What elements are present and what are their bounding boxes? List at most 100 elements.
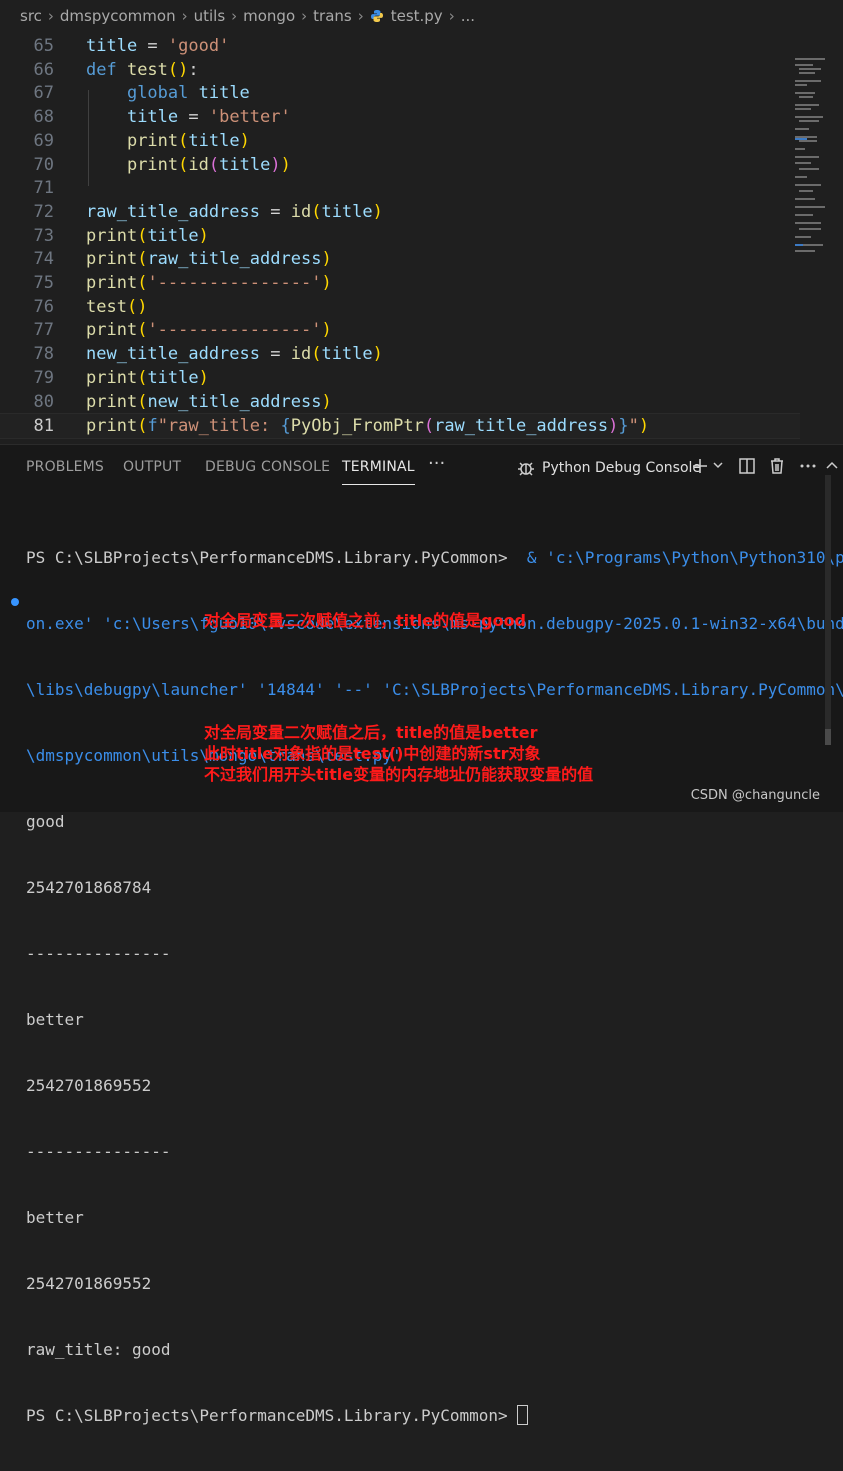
line-number: 77: [33, 320, 54, 341]
line-number: 81: [33, 416, 54, 437]
terminal-command-line-3: \libs\debugpy\launcher' '14844' '--' 'C:…: [26, 680, 843, 699]
more-actions-icon[interactable]: ···: [428, 453, 445, 474]
more-icon[interactable]: [798, 456, 818, 476]
code-line[interactable]: 73 print(title): [0, 224, 800, 248]
chevron-right-icon: ›: [357, 7, 364, 25]
code-text: print(f"raw_title: {PyObj_FromPtr(raw_ti…: [86, 416, 650, 437]
code-line[interactable]: 66 def test():: [0, 58, 800, 82]
chevron-right-icon: ›: [47, 7, 54, 25]
breadcrumb-item-src[interactable]: src: [20, 7, 42, 25]
tab-terminal[interactable]: TERMINAL: [342, 459, 415, 485]
code-line[interactable]: 77 print('---------------'): [0, 318, 800, 342]
code-editor[interactable]: 65 title = 'good' 66 def test(): 67 global t…: [0, 32, 843, 442]
line-number: 71: [33, 178, 54, 199]
terminal-output-line: 2542701869552: [26, 1274, 152, 1293]
terminal-command: & 'c:\Programs\Python\Python310\pyth: [517, 548, 843, 567]
command-decoration-icon[interactable]: [11, 598, 19, 606]
maximize-panel-icon[interactable]: [824, 456, 840, 476]
tab-debug-console[interactable]: DEBUG CONSOLE: [205, 459, 330, 475]
breadcrumb-item-mongo[interactable]: mongo: [243, 7, 295, 25]
chevron-down-icon[interactable]: [711, 458, 725, 472]
line-number: 80: [33, 391, 54, 412]
terminal-output-line: raw_title: good: [26, 1340, 171, 1359]
code-text: print(title): [86, 225, 209, 246]
code-text: print('---------------'): [86, 273, 332, 293]
code-text: raw_title_address = id(title): [86, 201, 383, 222]
line-number: 76: [33, 296, 54, 317]
line-number: 68: [33, 107, 54, 128]
line-number: 73: [33, 225, 54, 246]
code-text: def test():: [86, 59, 199, 80]
annotation-after-3: 不过我们用开头title变量的内存地址仍能获取变量的值: [204, 765, 594, 784]
code-line[interactable]: 67 global title: [0, 81, 800, 105]
debug-console-label: Python Debug Console: [542, 460, 702, 476]
bottom-panel: PROBLEMS OUTPUT DEBUG CONSOLE TERMINAL ·…: [0, 444, 843, 1425]
trash-icon[interactable]: [767, 456, 787, 476]
split-terminal-icon[interactable]: [737, 456, 757, 476]
terminal-selector[interactable]: Python Debug Console: [516, 458, 701, 478]
add-terminal-icon[interactable]: [690, 456, 710, 476]
breadcrumb-item-dmspycommon[interactable]: dmspycommon: [60, 7, 176, 25]
line-number: 65: [33, 36, 54, 56]
line-number: 79: [33, 367, 54, 388]
code-text: print(raw_title_address): [86, 249, 332, 270]
code-line[interactable]: 78 new_title_address = id(title): [0, 342, 800, 366]
breadcrumb-item-utils[interactable]: utils: [194, 7, 226, 25]
code-line[interactable]: 70 print(id(title)): [0, 153, 800, 177]
code-line[interactable]: 65 title = 'good': [0, 34, 800, 58]
code-text: test(): [86, 296, 148, 317]
terminal-scrollbar-track[interactable]: [825, 475, 831, 735]
python-file-icon: [370, 10, 383, 22]
terminal-output[interactable]: PS C:\SLBProjects\PerformanceDMS.Library…: [26, 503, 843, 1471]
indent-guide: [88, 90, 89, 186]
line-number: 69: [33, 130, 54, 151]
code-line[interactable]: 81 print(f"raw_title: {PyObj_FromPtr(raw_…: [0, 413, 800, 440]
watermark: CSDN @changuncle: [690, 788, 820, 803]
annotation-after-2: 此时title对象指的是test()中创建的新str对象: [204, 744, 541, 763]
tab-output[interactable]: OUTPUT: [123, 459, 181, 475]
code-text: title = 'good': [86, 36, 230, 56]
code-text: print(new_title_address): [86, 391, 332, 412]
code-line[interactable]: 76 test(): [0, 295, 800, 319]
code-line[interactable]: 68 title = 'better': [0, 105, 800, 129]
code-line[interactable]: 72 raw_title_address = id(title): [0, 200, 800, 224]
terminal-final-prompt-line: PS C:\SLBProjects\PerformanceDMS.Library…: [26, 1405, 821, 1427]
line-number: 66: [33, 59, 54, 80]
breadcrumb-item-trans[interactable]: trans: [313, 7, 352, 25]
code-line[interactable]: 80 print(new_title_address): [0, 390, 800, 414]
line-number: 70: [33, 154, 54, 175]
debug-icon: [518, 462, 534, 476]
chevron-right-icon: ›: [448, 7, 455, 25]
breadcrumb-item-more[interactable]: ...: [461, 7, 475, 25]
line-number: 67: [33, 83, 54, 104]
code-text: title = 'better': [126, 107, 291, 128]
terminal-prompt: PS C:\SLBProjects\PerformanceDMS.Library…: [26, 1406, 518, 1425]
chevron-right-icon: ›: [231, 7, 238, 25]
terminal-output-line: ---------------: [26, 944, 171, 963]
annotation-after-1: 对全局变量二次赋值之后，title的值是better: [204, 723, 538, 742]
line-number: 75: [33, 273, 54, 293]
code-text: print(id(title)): [126, 154, 291, 175]
terminal-prompt: PS C:\SLBProjects\PerformanceDMS.Library…: [26, 548, 518, 567]
code-line[interactable]: 74 print(raw_title_address): [0, 247, 800, 271]
code-text: new_title_address = id(title): [86, 344, 383, 365]
breadcrumb-item-file[interactable]: test.py: [391, 7, 443, 25]
code-text: print(title): [126, 130, 250, 151]
terminal-output-line: 2542701868784: [26, 878, 152, 897]
terminal-cursor: [517, 1405, 529, 1425]
code-line[interactable]: 71: [0, 176, 800, 200]
annotation-before: 对全局变量二次赋值之前，title的值是good: [204, 611, 527, 630]
terminal-output-line: 2542701869552: [26, 1076, 152, 1095]
code-line[interactable]: 79 print(title): [0, 366, 800, 390]
terminal-output-line: better: [26, 1208, 84, 1227]
chevron-right-icon: ›: [301, 7, 308, 25]
chevron-right-icon: ›: [181, 7, 188, 25]
tab-problems[interactable]: PROBLEMS: [26, 459, 104, 475]
code-line[interactable]: 75 print('---------------'): [0, 271, 800, 295]
terminal-scrollbar-thumb[interactable]: [825, 729, 831, 745]
breadcrumb: src › dmspycommon › utils › mongo › tran…: [0, 0, 843, 32]
panel-tabs: PROBLEMS OUTPUT DEBUG CONSOLE TERMINAL ·…: [0, 445, 843, 491]
line-number: 74: [33, 249, 54, 270]
minimap[interactable]: [795, 58, 835, 258]
code-line[interactable]: 69 print(title): [0, 129, 800, 153]
